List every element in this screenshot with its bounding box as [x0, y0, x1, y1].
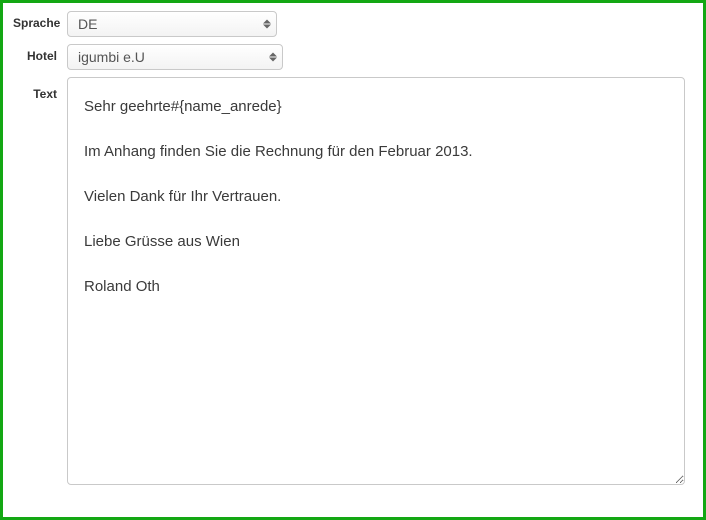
select-wrap-sprache: DE [67, 11, 277, 37]
sprache-select[interactable]: DE [67, 11, 277, 37]
row-text: Text Sehr geehrte#{name_anrede} Im Anhan… [13, 77, 693, 485]
select-wrap-hotel: igumbi e.U [67, 44, 283, 70]
row-hotel: Hotel igumbi e.U [13, 44, 693, 70]
label-sprache: Sprache [13, 11, 67, 30]
row-sprache: Sprache DE [13, 11, 693, 37]
label-hotel: Hotel [13, 44, 67, 63]
text-textarea[interactable]: Sehr geehrte#{name_anrede} Im Anhang fin… [67, 77, 685, 485]
label-text: Text [13, 77, 67, 101]
form-panel: Sprache DE Hotel igumbi e.U Text Sehr ge… [0, 0, 706, 520]
hotel-select[interactable]: igumbi e.U [67, 44, 283, 70]
